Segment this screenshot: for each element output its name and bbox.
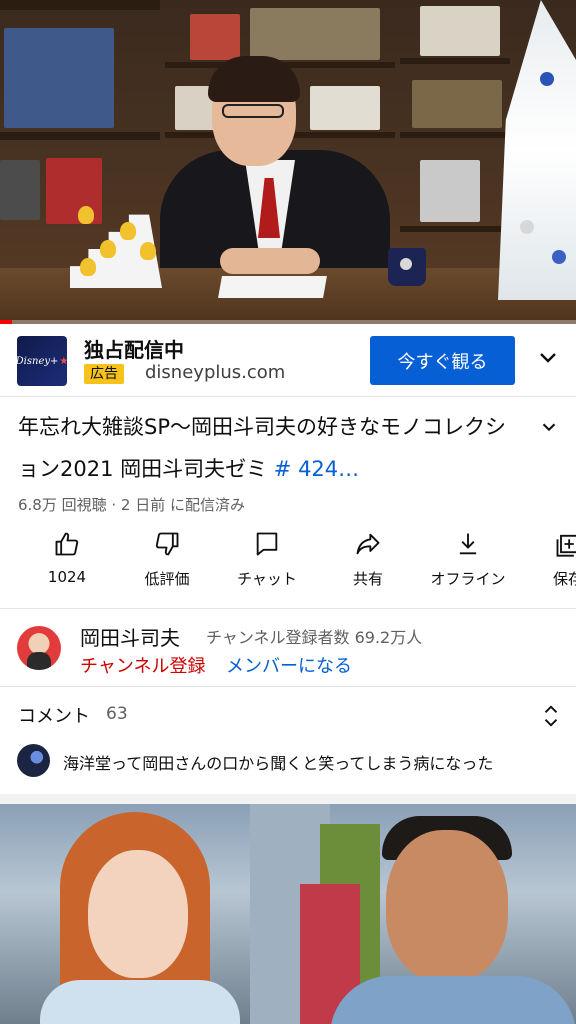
video-meta: 6.8万 回視聴 · 2 日前 に配信済み (18, 496, 246, 514)
chat-icon (256, 532, 278, 556)
expand-collapse-icon[interactable] (540, 704, 562, 728)
thumbs-down-icon (155, 532, 179, 556)
ad-badge: 広告 (84, 364, 124, 384)
dislike-label: 低評価 (144, 570, 190, 588)
commenter-avatar (17, 744, 50, 777)
action-bar: 1024 低評価 チャット 共有 オフライン 保存 (0, 530, 576, 600)
save-playlist-icon (556, 534, 576, 557)
chat-label: チャット (237, 570, 297, 588)
channel-avatar[interactable] (17, 626, 61, 670)
download-label: オフライン (430, 570, 506, 588)
subscribe-button[interactable]: チャンネル登録 (80, 652, 205, 678)
channel-name[interactable]: 岡田斗司夫 (80, 622, 180, 651)
download-button[interactable]: オフライン (418, 530, 518, 589)
comments-count: 63 (106, 704, 128, 724)
join-membership-button[interactable]: メンバーになる (226, 652, 352, 678)
ad-domain: disneyplus.com (145, 362, 286, 383)
next-video-thumbnail[interactable] (0, 804, 576, 1024)
mug (388, 248, 426, 286)
expand-description-icon[interactable] (538, 416, 560, 438)
hashtag-link[interactable]: # 424… (274, 457, 359, 481)
thumbs-up-icon (55, 532, 79, 556)
share-icon (356, 533, 380, 555)
watch-now-button[interactable]: 今すぐ観る (370, 336, 515, 385)
top-comment-text[interactable]: 海洋堂って岡田さんの口から聞くと笑ってしまう病になった (63, 750, 493, 774)
comments-heading[interactable]: コメント (18, 702, 90, 728)
video-title-text: 年忘れ大雑談SP〜岡田斗司夫の好きなモノコレクション2021 岡田斗司夫ゼミ (18, 415, 506, 481)
dislike-button[interactable]: 低評価 (117, 530, 217, 589)
video-title[interactable]: 年忘れ大雑談SP〜岡田斗司夫の好きなモノコレクション2021 岡田斗司夫ゼミ #… (18, 406, 524, 490)
chat-button[interactable]: チャット (217, 530, 317, 589)
like-count: 1024 (47, 568, 87, 586)
save-label: 保存 (552, 570, 576, 588)
share-button[interactable]: 共有 (318, 530, 418, 589)
save-button[interactable]: 保存 (518, 530, 576, 589)
chevron-down-icon[interactable] (536, 346, 560, 370)
like-button[interactable]: 1024 (17, 530, 117, 586)
disney-plus-logo: Disney+ ★ (16, 336, 68, 386)
share-label: 共有 (352, 570, 383, 588)
video-player[interactable] (0, 0, 576, 324)
ad-title: 独占配信中 (84, 338, 184, 362)
subscriber-count: チャンネル登録者数 69.2万人 (206, 628, 423, 647)
download-icon (459, 533, 477, 555)
